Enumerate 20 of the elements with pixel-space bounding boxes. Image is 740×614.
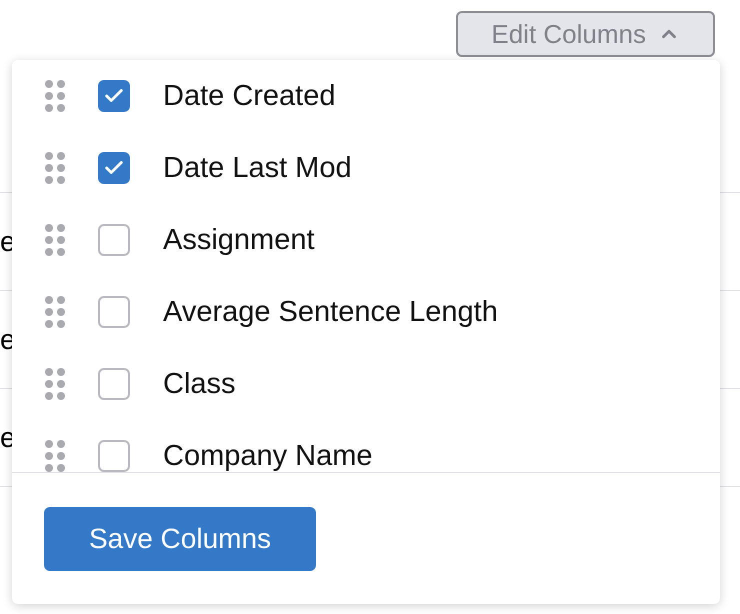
column-label: Date Last Mod xyxy=(163,154,352,182)
drag-handle-icon[interactable] xyxy=(45,440,65,472)
column-label: Assignment xyxy=(163,226,315,254)
column-label: Date Created xyxy=(163,82,336,110)
drag-handle-icon[interactable] xyxy=(45,224,65,256)
column-checkbox[interactable] xyxy=(98,152,130,184)
drag-handle-icon[interactable] xyxy=(45,80,65,112)
drag-handle-icon[interactable] xyxy=(45,368,65,400)
edit-columns-button[interactable]: Edit Columns xyxy=(456,11,715,57)
column-checkbox[interactable] xyxy=(98,440,130,472)
column-label: Average Sentence Length xyxy=(163,298,498,326)
column-checkbox[interactable] xyxy=(98,224,130,256)
drag-handle-icon[interactable] xyxy=(45,296,65,328)
column-checkbox[interactable] xyxy=(98,80,130,112)
column-checkbox[interactable] xyxy=(98,368,130,400)
column-checkbox[interactable] xyxy=(98,296,130,328)
column-label: Company Name xyxy=(163,442,373,470)
column-label: Class xyxy=(163,370,236,398)
drag-handle-icon[interactable] xyxy=(45,152,65,184)
save-columns-button[interactable]: Save Columns xyxy=(44,507,316,571)
